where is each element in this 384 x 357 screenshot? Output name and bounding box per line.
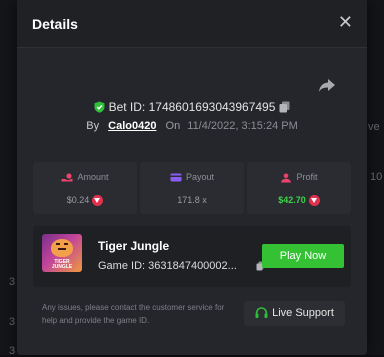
stat-payout: Payout 171.8 x — [140, 162, 244, 214]
headset-icon — [255, 307, 268, 319]
amount-value: $0.24 — [66, 195, 90, 205]
payout-value: 171.8 x — [177, 195, 207, 205]
copy-icon[interactable] — [279, 101, 290, 113]
stat-amount: Amount $0.24 — [33, 162, 137, 214]
details-modal: Details ✕ Bet ID: 1748601693043967495 By… — [17, 0, 367, 355]
background-text: 3 — [9, 316, 16, 328]
modal-title: Details — [32, 16, 78, 32]
coin-icon — [92, 195, 104, 207]
bet-datetime: 11/4/2022, 3:15:24 PM — [187, 120, 298, 132]
game-thumbnail[interactable]: TIGER JUNGLE — [42, 234, 82, 272]
bet-id: Bet ID: 1748601693043967495 — [108, 99, 276, 114]
money-hand-icon — [61, 173, 73, 182]
share-icon[interactable] — [318, 78, 336, 94]
stats-row: Amount $0.24 Payout 171.8 x Profit $42.7… — [33, 162, 351, 214]
close-icon[interactable]: ✕ — [338, 12, 353, 33]
username-link[interactable]: Calo0420 — [108, 120, 156, 132]
game-id: Game ID: 3631847400002... — [98, 260, 237, 272]
wallet-icon — [170, 173, 182, 182]
bet-id-row: Bet ID: 1748601693043967495 — [17, 99, 367, 114]
background-text: ve — [368, 121, 380, 133]
profit-value: $42.70 — [278, 195, 306, 205]
live-support-label: Live Support — [272, 307, 334, 319]
coin-icon — [308, 195, 320, 207]
background-text: 3 — [9, 345, 16, 357]
on-label: On — [165, 120, 181, 132]
modal-header: Details ✕ — [17, 0, 367, 48]
amount-label: Amount — [77, 172, 109, 182]
support-message: Any issues, please contact the customer … — [42, 303, 225, 325]
background-text: 3 — [9, 276, 16, 288]
profit-label: Profit — [296, 172, 318, 182]
background-text: 10 — [370, 171, 383, 183]
game-card: TIGER JUNGLE Tiger Jungle Game ID: 36318… — [33, 226, 351, 287]
game-name: Tiger Jungle — [98, 239, 170, 253]
profit-person-icon — [281, 173, 292, 183]
stat-profit: Profit $42.70 — [247, 162, 351, 214]
payout-label: Payout — [185, 172, 215, 182]
bet-meta-row: By Calo0420 On 11/4/2022, 3:15:24 PM — [17, 120, 367, 132]
by-label: By — [86, 120, 100, 132]
play-now-button[interactable]: Play Now — [262, 244, 344, 268]
game-thumbnail-text: TIGER JUNGLE — [51, 259, 73, 270]
verified-shield-icon — [94, 101, 105, 113]
live-support-button[interactable]: Live Support — [244, 301, 345, 326]
